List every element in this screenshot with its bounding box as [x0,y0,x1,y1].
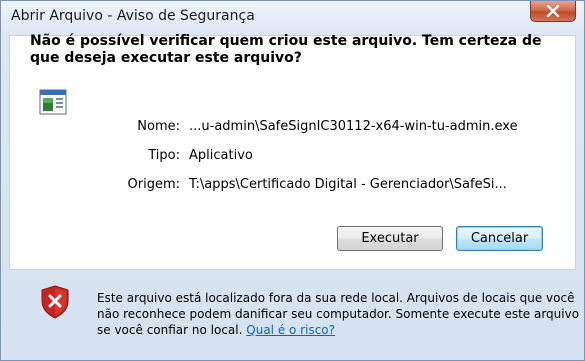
run-button[interactable]: Executar [337,226,443,251]
security-warning-dialog: Abrir Arquivo - Aviso de Segurança Não é… [0,0,585,361]
warning-headline: Não é possível verificar quem criou este… [30,33,542,66]
warning-text: Este arquivo está localizado fora da sua… [97,291,580,337]
close-button[interactable] [530,1,576,22]
close-icon [546,5,560,17]
origin-label: Origem: [127,177,180,192]
type-value: Aplicativo [189,148,253,163]
origin-value: T:\apps\Certificado Digital - Gerenciado… [189,177,507,192]
warning-message: Este arquivo está localizado fora da sua… [97,290,582,338]
title-bar[interactable]: Abrir Arquivo - Aviso de Segurança [1,1,584,35]
type-label: Tipo: [148,148,180,163]
application-file-icon [39,89,67,119]
name-value: ...u-admin\SafeSignIC30112-x64-win-tu-ad… [189,119,518,134]
risk-info-link[interactable]: Qual é o risco? [246,323,335,337]
name-label: Nome: [137,119,180,134]
cancel-button[interactable]: Cancelar [456,226,543,251]
window-title: Abrir Arquivo - Aviso de Segurança [11,8,255,24]
security-shield-error-icon [40,285,70,323]
